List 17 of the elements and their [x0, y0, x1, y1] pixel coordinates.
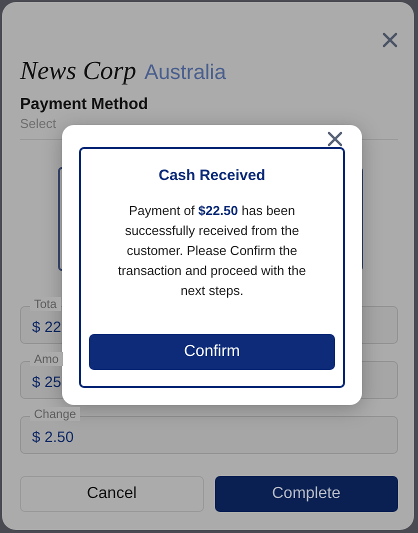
close-icon[interactable]	[327, 131, 343, 147]
cancel-button[interactable]: Cancel	[20, 476, 204, 512]
field-value: $ 22	[32, 318, 62, 336]
modal-message: Payment of $22.50 has been successfully received from the customer. Please Confirm the transaction and proceed with the next steps.	[117, 202, 307, 300]
dialog-title: Payment Method	[20, 96, 150, 114]
close-icon[interactable]	[382, 32, 398, 48]
field-label: Tota	[30, 297, 61, 311]
field-value: $ 2.50	[32, 428, 74, 446]
field-label: Amo	[30, 352, 63, 366]
field-value: $ 25	[32, 374, 62, 390]
complete-button[interactable]: Complete	[214, 476, 398, 512]
logo-wordmark: News Corp	[20, 56, 136, 86]
field-label: Change	[30, 407, 80, 421]
logo-region: Australia	[144, 61, 226, 85]
confirm-button[interactable]: Confirm	[89, 334, 335, 370]
modal-title: Cash Received	[158, 167, 266, 184]
dialog-subtitle: Select	[20, 116, 58, 131]
